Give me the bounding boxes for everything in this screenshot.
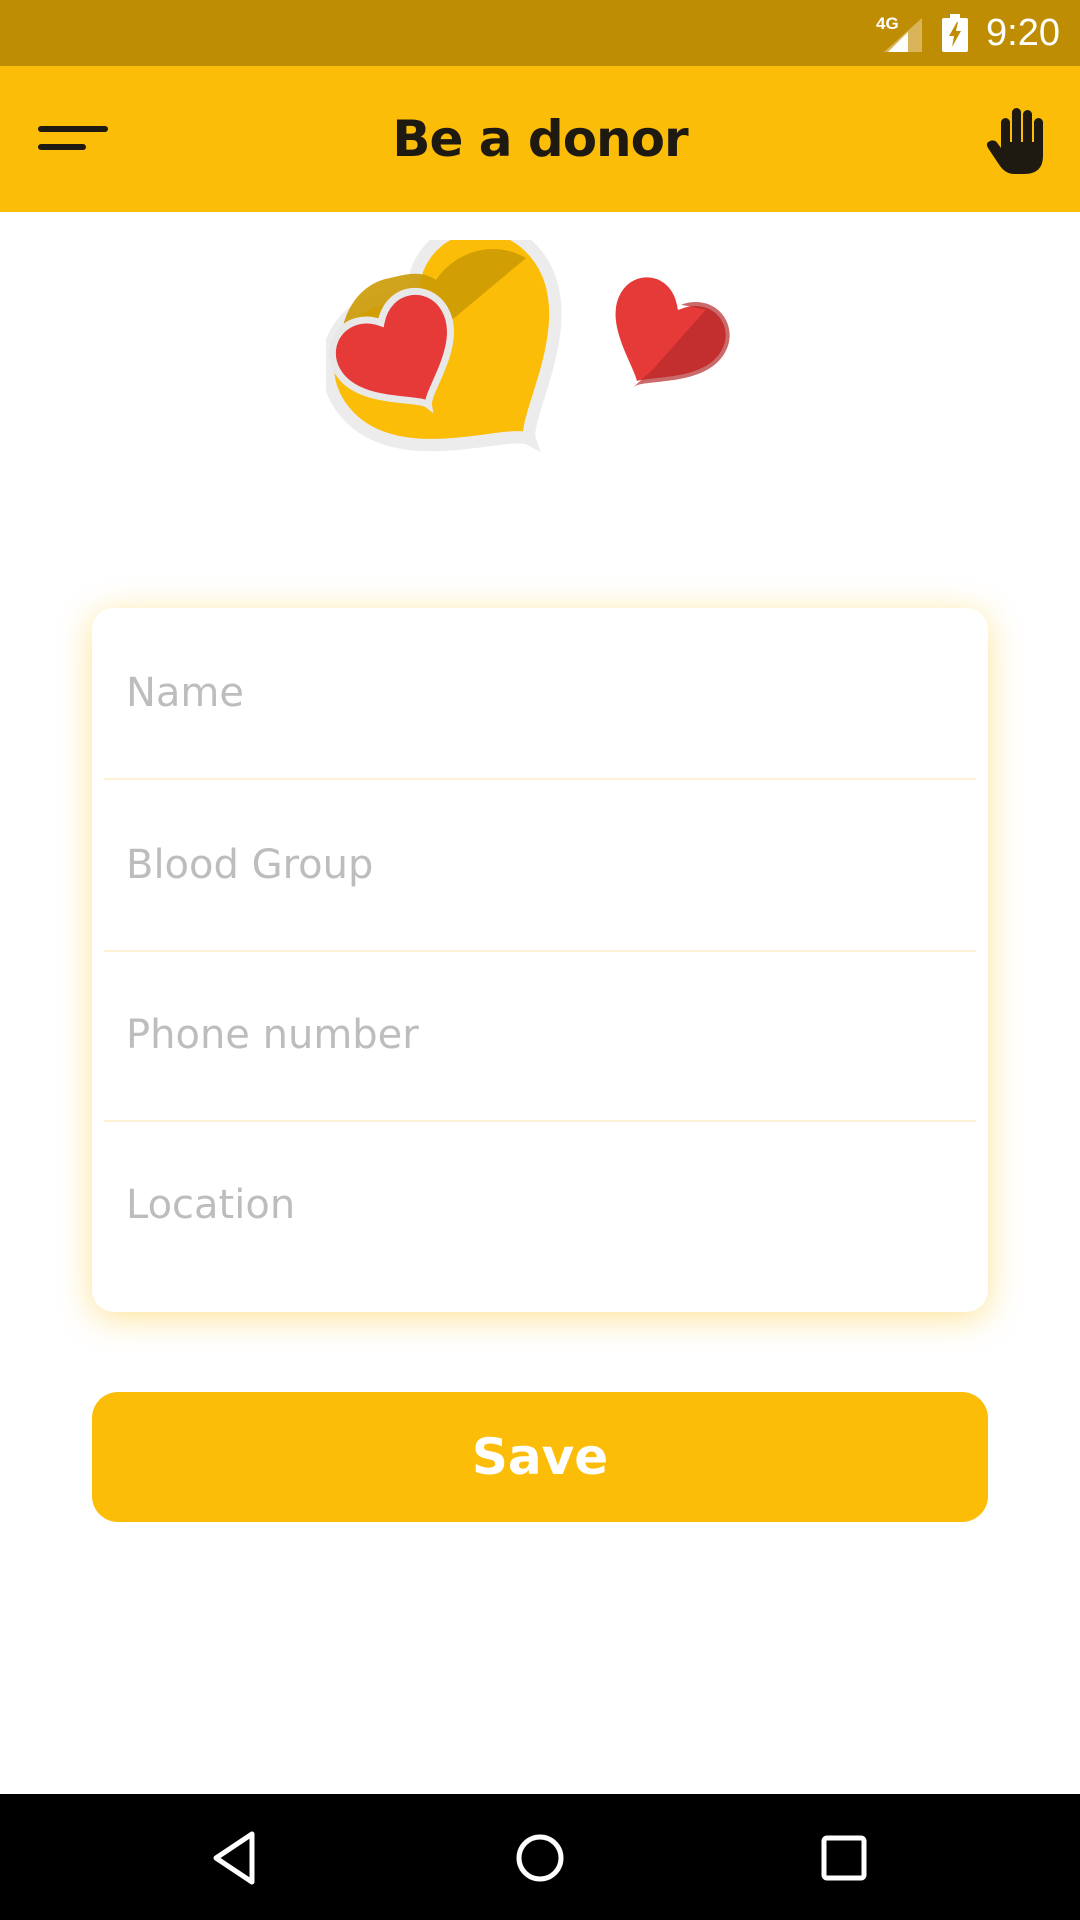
hearts-illustration bbox=[326, 240, 734, 453]
page-title: Be a donor bbox=[392, 110, 688, 168]
recents-icon[interactable] bbox=[812, 1826, 876, 1890]
blood-group-field bbox=[104, 780, 976, 952]
location-input[interactable] bbox=[104, 1120, 976, 1290]
donor-form-card bbox=[92, 608, 988, 1312]
name-field bbox=[104, 608, 976, 780]
phone-number-field bbox=[104, 950, 976, 1122]
battery-charging-icon bbox=[942, 14, 968, 52]
location-field bbox=[104, 1120, 976, 1290]
home-icon[interactable] bbox=[508, 1826, 572, 1890]
phone-number-input[interactable] bbox=[104, 950, 976, 1120]
blood-group-input[interactable] bbox=[104, 780, 976, 950]
hand-icon[interactable] bbox=[984, 104, 1050, 176]
status-bar: 4G 9:20 bbox=[0, 0, 1080, 66]
save-button[interactable]: Save bbox=[92, 1392, 988, 1522]
signal-icon bbox=[884, 18, 922, 52]
name-input[interactable] bbox=[104, 608, 976, 778]
clock: 9:20 bbox=[986, 12, 1060, 54]
back-icon[interactable] bbox=[204, 1826, 268, 1890]
